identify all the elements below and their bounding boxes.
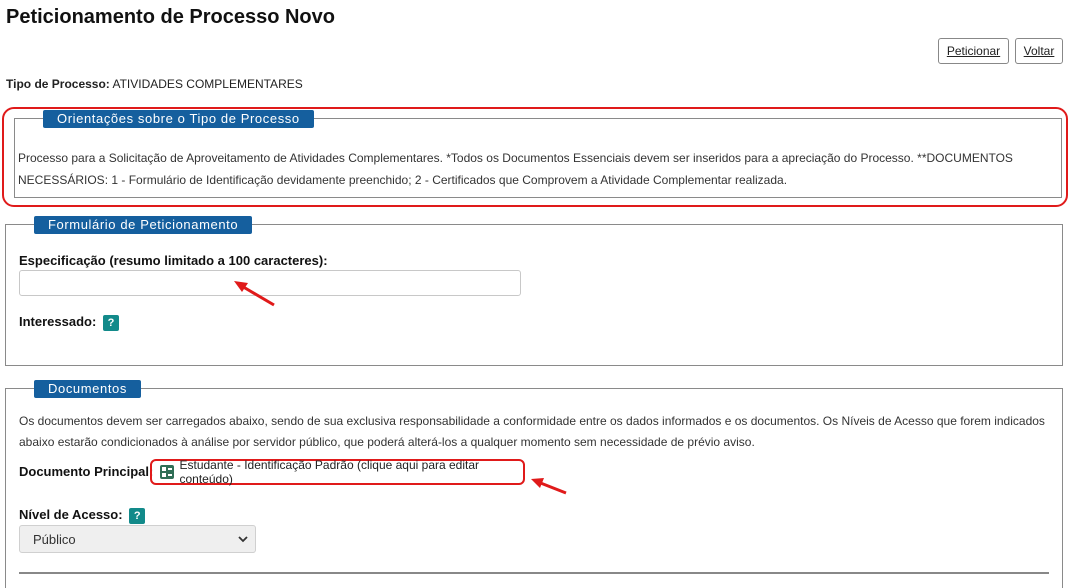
- interessado-label: Interessado:: [19, 314, 97, 329]
- help-icon[interactable]: ?: [129, 507, 146, 524]
- tipo-processo-line: Tipo de Processo: ATIVIDADES COMPLEMENTA…: [6, 77, 303, 91]
- form-document-icon: [160, 465, 174, 479]
- nivel-acesso-label: Nível de Acesso:: [19, 507, 123, 522]
- nivel-acesso-select[interactable]: Público: [19, 525, 256, 553]
- documentos-fieldset: Documentos Os documentos devem ser carre…: [5, 380, 1063, 588]
- page-title: Peticionamento de Processo Novo: [6, 6, 335, 28]
- divider: [19, 572, 1049, 574]
- documentos-text: Os documentos devem ser carregados abaix…: [19, 414, 1045, 449]
- peticionar-button[interactable]: Peticionar: [938, 38, 1009, 64]
- nivel-acesso-value: Público: [33, 531, 76, 547]
- especificacao-label: Especificação (resumo limitado a 100 car…: [19, 253, 328, 268]
- tipo-processo-label: Tipo de Processo:: [6, 77, 110, 91]
- chevron-down-icon: [238, 536, 248, 543]
- red-arrow-icon: [234, 281, 275, 307]
- red-arrow-icon: [531, 478, 567, 495]
- documento-principal-label: Documento Principal:: [19, 464, 154, 479]
- voltar-button[interactable]: Voltar: [1015, 38, 1063, 64]
- formulario-fieldset: Formulário de Peticionamento Especificaç…: [5, 216, 1063, 366]
- documentos-legend: Documentos: [34, 380, 141, 398]
- interessado-row: Interessado: ?: [19, 314, 119, 331]
- formulario-legend: Formulário de Peticionamento: [34, 216, 253, 234]
- nivel-acesso-row: Nível de Acesso: ?: [19, 507, 146, 524]
- documento-principal-link[interactable]: Estudante - Identificação Padrão (clique…: [150, 458, 525, 486]
- tipo-processo-value: ATIVIDADES COMPLEMENTARES: [112, 77, 303, 91]
- help-icon[interactable]: ?: [102, 314, 119, 331]
- documento-principal-text: Estudante - Identificação Padrão (clique…: [179, 458, 480, 486]
- highlight-outline: [2, 107, 1068, 207]
